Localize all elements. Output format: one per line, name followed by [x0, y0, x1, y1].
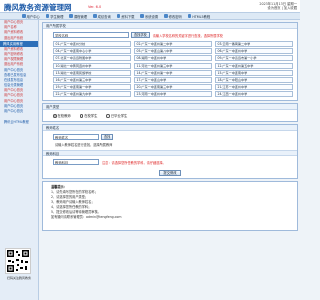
score-icon: [93, 14, 97, 18]
main-content: 用户所属学校 查找学校 请输入学校名称的关键字进行查找，选择所属学校 01.广东…: [42, 22, 298, 232]
find-teacher-button[interactable]: 查找: [101, 134, 114, 141]
school-option[interactable]: 23.河南一中连州中学: [134, 91, 212, 98]
school-option[interactable]: 10.湖北一中黄冈连州中学: [53, 62, 131, 69]
subject-row: 注意：请选择您所任教的学科，请仔细选择。: [43, 156, 297, 168]
school-option[interactable]: 24.江西一中连州中学: [215, 91, 293, 98]
school-option[interactable]: 20.广东一中连南第三中学: [134, 84, 212, 91]
gear-icon: [140, 14, 144, 18]
subject-hint: 注意：请选择您所任教的学科，请仔细选择。: [102, 160, 166, 165]
school-option[interactable]: 15.广东一中连南中学: [215, 69, 293, 76]
subject-input[interactable]: [53, 159, 99, 166]
user-type-radio[interactable]: 已毕业学生: [106, 113, 127, 118]
download-icon: [116, 14, 121, 18]
qr-code-icon: [7, 250, 29, 272]
submit-button[interactable]: 提交修改: [159, 170, 181, 177]
user-type-radio[interactable]: 在校学生: [79, 113, 98, 119]
teacher-tip: 请输入教师姓名进行查找，选择所属教师: [55, 143, 113, 148]
school-option[interactable]: 08.湖南一中连州中学: [134, 55, 212, 62]
school-option[interactable]: 05.广东一中连山第八中学: [134, 48, 212, 55]
school-option[interactable]: 09.广东一中清远市第一小学: [215, 55, 293, 62]
submit-wrap: 提交修改: [43, 168, 297, 178]
school-option[interactable]: 02.广东一中连州第二中学: [134, 41, 212, 47]
qr-code: [5, 248, 31, 274]
school-option[interactable]: 01.广东一中连州分校: [53, 41, 131, 47]
user-type-panel: 用户类型 在校教师 在校学生 已毕业学生: [42, 103, 298, 123]
header-info: 2023年11月13日 星期一 设为首页 | 加入收藏: [259, 2, 297, 11]
header: 腾风教务资源管理网 Ver. 6.0 2023年11月13日 星期一 设为首页 …: [0, 0, 300, 13]
user-type-options: 在校教师 在校学生 已毕业学生: [43, 110, 297, 121]
radio-label: 在校学生: [84, 114, 98, 119]
school-option[interactable]: 04.广东一中连南中心小学: [53, 48, 131, 55]
nav-item[interactable]: 系统设置: [140, 14, 158, 19]
find-school-button[interactable]: 查找学校: [131, 32, 150, 38]
notes-lines: 1、请先填写您所在的学校名称； 2、请选择您的用户类型； 3、教师用户请输入教师姓名…: [51, 190, 289, 220]
sidebar-list: 用户中心首页 用户名称 用户资料修改 退出用户系统 腾风实用教程 用户资料修改 用户密码修改…: [0, 20, 38, 114]
school-option[interactable]: 03.云南一番禺第二中学: [215, 41, 293, 47]
teacher-panel: 教师姓名 查找 请输入教师姓名进行查找，选择所属教师 教师科目 注意：请选择您所…: [42, 124, 298, 180]
user-icon: [22, 14, 26, 18]
key-icon: [164, 14, 168, 18]
header-links[interactable]: 设为首页 | 加入收藏: [259, 6, 297, 11]
radio-label: 已毕业学生: [110, 114, 128, 119]
notes-panel: 温馨提示： 1、请先填写您所在的学校名称； 2、请选择您的用户类型； 3、教师用户请…: [42, 181, 298, 232]
nav-item[interactable]: 用户中心: [22, 14, 40, 19]
school-hint: 请输入学校名称的关键字进行查找，选择所属学校: [152, 33, 223, 38]
school-option[interactable]: 07.北京一中清远附属中学: [53, 55, 131, 62]
user-type-radio[interactable]: 在校教师: [53, 113, 71, 118]
radio-dot-icon[interactable]: [106, 114, 110, 118]
school-option[interactable]: 18.广东一中阳山中学: [215, 76, 293, 83]
school-option[interactable]: 17.广东一中连山中学: [134, 76, 212, 83]
nav-item[interactable]: 资料下载: [116, 14, 134, 19]
teacher-row: 查找: [43, 131, 297, 141]
nav-item[interactable]: 课程管理: [69, 14, 87, 19]
nav-item[interactable]: 修改密码: [164, 14, 182, 19]
sidebar-item[interactable]: 用户中心首页: [0, 109, 38, 114]
school-option[interactable]: 16.广东一中连州第三中学: [53, 76, 131, 83]
school-option[interactable]: 22.广东一中连州第九中学: [53, 91, 131, 98]
school-option[interactable]: 11.河北一中连州第三中学: [134, 62, 212, 69]
school-search-row: 查找学校 请输入学校名称的关键字进行查找，选择所属学校: [43, 29, 297, 39]
top-navbar: 用户中心 学生管理 课程管理 成绩查询 资料下载 系统设置 修改密码 HTML5…: [0, 13, 300, 20]
school-search-input[interactable]: [53, 32, 129, 38]
school-option[interactable]: 21.江苏一中连州中学: [215, 84, 293, 91]
html5-icon: [187, 14, 192, 18]
radio-dot-icon[interactable]: [79, 114, 84, 118]
school-grid: 01.广东一中连州分校 02.广东一中连州第二中学 03.云南一番禺第二中学 04.广…: [43, 39, 297, 100]
teacher-name-input[interactable]: [53, 134, 99, 141]
note-line: 如有疑问请联系管理员：admin@tengfeng.com: [51, 215, 122, 220]
school-option[interactable]: 19.广东一中连南第一中学: [53, 84, 131, 91]
school-option[interactable]: 12.广东一中连州第五中学: [215, 62, 293, 69]
school-panel: 用户所属学校 查找学校 请输入学校名称的关键字进行查找，选择所属学校 01.广东…: [42, 22, 298, 102]
version-label: Ver. 6.0: [88, 5, 102, 9]
site-logo[interactable]: 腾风教务资源管理网: [4, 2, 72, 13]
school-option[interactable]: 14.广东一中连州第一中学: [134, 69, 212, 76]
school-option[interactable]: 13.湖北一中连南民族学校: [53, 69, 131, 76]
radio-dot-icon[interactable]: [53, 114, 57, 118]
student-icon: [45, 14, 50, 18]
nav-item[interactable]: 成绩查询: [93, 14, 111, 19]
school-option[interactable]: 06.广东一中连州中学: [215, 48, 293, 55]
course-icon: [69, 14, 73, 18]
radio-label: 在校教师: [57, 114, 71, 119]
qr-caption: 扫码关注腾风教务: [6, 276, 31, 280]
sidebar: 用户中心首页 用户名称 用户资料修改 退出用户系统 腾风实用教程 用户资料修改 用户密码修改…: [0, 20, 39, 300]
sidebar-html-link[interactable]: 腾讯云HTML教程: [0, 120, 38, 125]
nav-item[interactable]: 学生管理: [45, 14, 63, 19]
nav-item[interactable]: HTML5教程: [187, 14, 210, 19]
